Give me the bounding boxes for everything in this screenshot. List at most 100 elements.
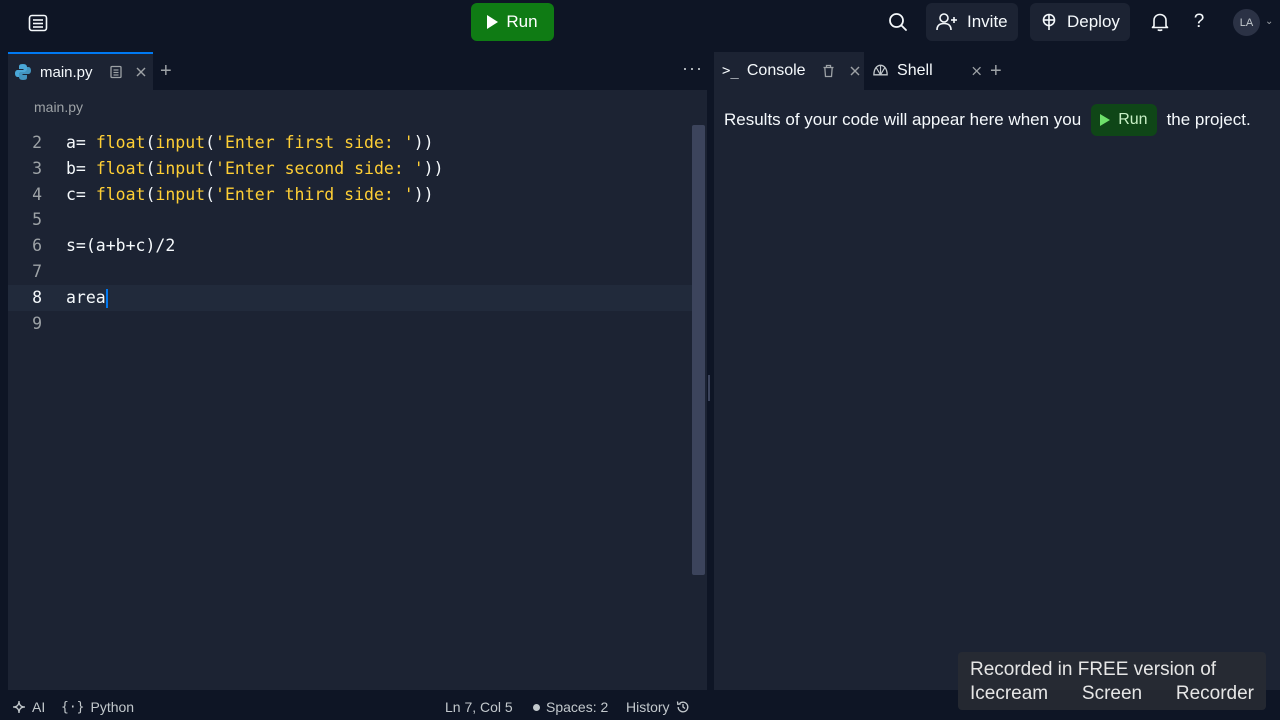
code-text: a= float(input('Enter first side: ')) <box>66 130 434 156</box>
add-tab-icon[interactable]: + <box>990 52 1002 90</box>
console-tab-bar: >_ Console Shell + <box>714 52 1280 90</box>
code-text: c= float(input('Enter third side: ')) <box>66 182 434 208</box>
editor-scrollbar[interactable] <box>692 125 705 575</box>
code-line[interactable]: 8 area <box>8 284 694 311</box>
play-icon <box>1100 114 1111 126</box>
add-tab-icon[interactable]: + <box>160 60 172 83</box>
status-dot <box>533 703 540 711</box>
code-line[interactable]: 5 <box>8 207 694 233</box>
code-line[interactable]: 7 <box>8 259 694 285</box>
editor-pane: main.py + ··· main.py 2 a= float(input('E… <box>8 52 707 690</box>
help-glyph: ? <box>1193 11 1205 32</box>
document-icon[interactable] <box>109 65 123 79</box>
language-label: Python <box>90 699 135 715</box>
code-line[interactable]: 2 a= float(input('Enter first side: ')) <box>8 130 694 156</box>
language-status[interactable]: {·} Python <box>61 699 134 715</box>
close-icon[interactable] <box>849 65 861 77</box>
code-text: area <box>66 285 108 311</box>
code-token: ( <box>145 184 156 204</box>
code-token: c= <box>66 184 96 204</box>
tab-console[interactable]: >_ Console <box>714 52 864 90</box>
help-icon[interactable]: ? <box>1187 10 1211 34</box>
console-tab-label: Console <box>746 62 806 79</box>
deploy-button[interactable]: Deploy <box>1030 3 1130 41</box>
watermark-word: Screen <box>1081 683 1143 704</box>
status-bar: AI {·} Python Ln 7, Col 5 Spaces: 2 Hist… <box>0 694 958 720</box>
code-token: 'Enter second side: ' <box>215 158 424 178</box>
line-number: 8 <box>32 287 42 307</box>
cursor-position[interactable]: Ln 7, Col 5 <box>445 699 513 715</box>
inline-run-badge: Run <box>1091 104 1157 136</box>
code-token: 'Enter first side: ' <box>215 133 414 152</box>
inline-run-label: Run <box>1118 111 1148 128</box>
line-number: 4 <box>32 184 42 204</box>
ai-status[interactable]: AI <box>12 699 45 715</box>
deploy-label: Deploy <box>1067 12 1120 31</box>
line-number: 2 <box>32 133 42 152</box>
tab-label: main.py <box>40 63 93 81</box>
chevron-down-icon[interactable]: ⌄ <box>1265 16 1273 27</box>
watermark-line-1: Recorded in FREE version of <box>970 659 1217 680</box>
line-number: 9 <box>32 313 42 333</box>
add-user-icon <box>936 13 957 31</box>
python-icon <box>15 64 31 80</box>
code-token: input <box>155 133 206 152</box>
search-icon[interactable] <box>886 10 910 34</box>
breadcrumb[interactable]: main.py <box>34 99 83 115</box>
code-line[interactable]: 4 c= float(input('Enter third side: ')) <box>8 182 694 208</box>
code-token: float <box>95 184 146 204</box>
code-token: float <box>95 133 146 152</box>
ai-label: AI <box>32 699 46 715</box>
avatar-initials: LA <box>1239 16 1254 29</box>
layout-icon[interactable] <box>24 11 52 35</box>
code-line[interactable]: 9 <box>8 311 694 337</box>
code-text: s=(a+b+c)/2 <box>66 233 175 259</box>
results-text-before: Results of your code will appear here wh… <box>724 110 1082 129</box>
code-token: a= <box>66 133 96 152</box>
close-icon[interactable] <box>971 65 982 77</box>
editor-tab-bar: main.py + ··· <box>8 52 707 90</box>
code-token: )) <box>413 184 434 204</box>
run-button-label: Run <box>506 12 538 31</box>
code-text: b= float(input('Enter second side: ')) <box>66 156 444 182</box>
top-bar: Run Invite Deploy ? LA ⌄ <box>0 0 1280 44</box>
line-number: 7 <box>32 261 42 281</box>
code-braces-icon: {·} <box>61 699 85 715</box>
code-editor[interactable]: 2 a= float(input('Enter first side: ')) 3 b… <box>8 130 694 336</box>
tab-shell[interactable]: Shell <box>872 52 982 90</box>
deploy-icon <box>1042 13 1056 30</box>
invite-label: Invite <box>967 12 1008 31</box>
shell-tab-label: Shell <box>897 62 933 79</box>
line-number: 3 <box>32 158 42 178</box>
more-options-icon[interactable]: ··· <box>682 58 703 79</box>
ai-icon <box>12 700 26 714</box>
watermark-line-2: Icecream Screen Recorder <box>970 682 1254 706</box>
results-text-after: the project. <box>1166 110 1251 129</box>
line-number: 5 <box>32 210 42 230</box>
code-token: ( <box>145 133 156 152</box>
code-line[interactable]: 6 s=(a+b+c)/2 <box>8 233 694 259</box>
history-label: History <box>626 699 670 715</box>
code-token: b= <box>66 158 96 178</box>
code-token: input <box>155 158 206 178</box>
code-token: ( <box>145 158 156 178</box>
console-pane: >_ Console Shell + Results of your code … <box>714 52 1280 690</box>
history-button[interactable]: History <box>626 699 690 715</box>
code-token: ( <box>205 133 216 152</box>
close-icon[interactable] <box>135 66 147 78</box>
line-number: 6 <box>32 236 42 256</box>
code-token: )) <box>413 133 434 152</box>
run-button[interactable]: Run <box>471 3 554 41</box>
trash-icon[interactable] <box>822 64 835 78</box>
invite-button[interactable]: Invite <box>926 3 1018 41</box>
avatar[interactable]: LA <box>1233 9 1260 36</box>
code-token: float <box>95 158 146 178</box>
code-token: input <box>155 184 206 204</box>
indentation-status[interactable]: Spaces: 2 <box>533 699 608 715</box>
tab-main-py[interactable]: main.py <box>8 52 153 90</box>
pane-splitter[interactable] <box>708 375 710 401</box>
spaces-label: Spaces: 2 <box>546 699 609 715</box>
terminal-icon: >_ <box>722 63 739 79</box>
code-line[interactable]: 3 b= float(input('Enter second side: ')) <box>8 156 694 182</box>
bell-icon[interactable] <box>1148 10 1172 34</box>
